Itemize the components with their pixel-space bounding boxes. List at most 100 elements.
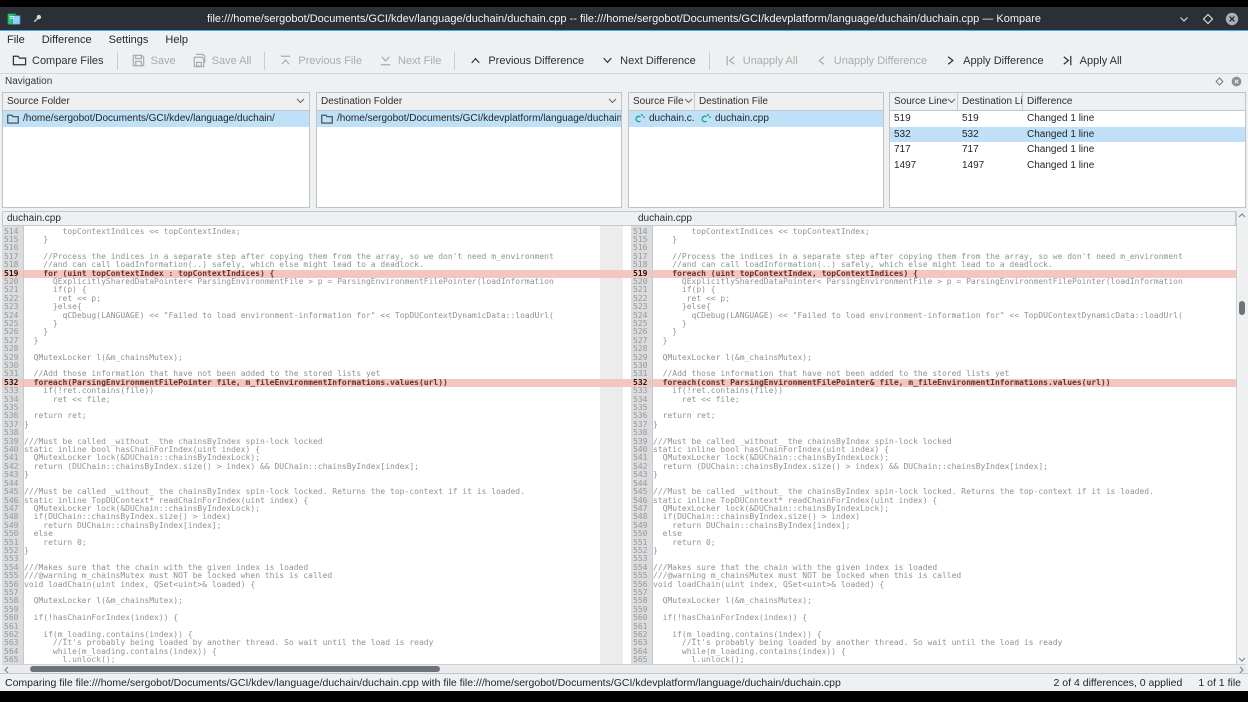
line-number: 515 [2, 236, 23, 244]
file-pair-row[interactable]: duchain.c...duchain.cpp [629, 111, 883, 127]
cpp-file-icon [633, 113, 645, 125]
difference-cell: Changed 1 line [1023, 158, 1245, 174]
menu-difference[interactable]: Difference [42, 34, 92, 46]
line-number: 514 [2, 228, 23, 236]
code-line: static inline TopDUContext* readChainFor… [653, 497, 1236, 505]
window-title: file:///home/sergobot/Documents/GCI/kdev… [0, 13, 1248, 25]
line-number: 554 [631, 564, 652, 572]
line-number: 553 [631, 555, 652, 563]
line-number: 545 [2, 488, 23, 496]
vertical-scrollbar[interactable] [1236, 211, 1246, 664]
code-line: while(m_loading.contains(index)) { [653, 648, 1236, 656]
difference-row[interactable]: 519519Changed 1 line [890, 111, 1245, 127]
line-number: 538 [631, 429, 652, 437]
code-line: } [653, 337, 1236, 345]
destination-file-cell: duchain.cpp [695, 111, 883, 127]
horizontal-scrollbar[interactable] [2, 664, 1246, 673]
code-line [24, 480, 600, 488]
code-line: //Process the indices in a separate step… [24, 253, 600, 261]
horizontal-scrollbar-thumb[interactable] [30, 666, 440, 672]
line-number: 527 [2, 337, 23, 345]
changed-code-line[interactable]: foreach(const ParsingEnvironmentFilePoin… [653, 379, 1236, 387]
destination-folder-header[interactable]: Destination Folder [317, 93, 621, 111]
close-button[interactable] [1225, 12, 1239, 26]
code-line: if(!hasChainForIndex(index)) { [653, 614, 1236, 622]
next-file-label: Next File [398, 55, 441, 67]
changed-code-line[interactable]: for (uint topContextIndex : topContextIn… [24, 270, 600, 278]
screen: file:///home/sergobot/Documents/GCI/kdev… [0, 0, 1248, 702]
sort-chevron-icon [684, 96, 693, 107]
difference-cell: Changed 1 line [1023, 127, 1245, 143]
changed-code-line[interactable]: foreach(ParsingEnvironmentFilePointer fi… [24, 379, 600, 387]
files-header[interactable]: Source File Destination File [629, 93, 883, 111]
line-number: 565 [2, 656, 23, 664]
apply-all-button[interactable]: Apply All [1052, 50, 1130, 72]
prev-diff-icon [468, 53, 483, 68]
code-line [653, 404, 1236, 412]
code-line [653, 480, 1236, 488]
titlebar: file:///home/sergobot/Documents/GCI/kdev… [0, 7, 1248, 31]
line-number: 546 [2, 497, 23, 505]
code-line: l.unlock(); [653, 656, 1236, 664]
previous-difference-button[interactable]: Previous Difference [460, 50, 592, 72]
code-line: QMutexLocker lock(&DUChain::chainsByInde… [653, 454, 1236, 462]
apply-difference-label: Apply Difference [963, 55, 1044, 67]
code-line: l.unlock(); [24, 656, 600, 664]
apply-difference-button[interactable]: Apply Difference [935, 50, 1052, 72]
code-line: if(p) { [24, 286, 600, 294]
line-number: 551 [631, 539, 652, 547]
toolbar: Compare FilesSaveSave AllPrevious FileNe… [0, 48, 1248, 74]
destination-folder-row-path: /home/sergobot/Documents/GCI/kdevplatfor… [337, 113, 621, 124]
differences-header[interactable]: Source Line Destination Line Difference [890, 93, 1245, 111]
source-folder-row[interactable]: /home/sergobot/Documents/GCI/kdev/langua… [3, 111, 309, 127]
difference-row[interactable]: 717717Changed 1 line [890, 142, 1245, 158]
unapply-difference-button: Unapply Difference [806, 50, 935, 72]
kompare-app-icon[interactable] [7, 12, 21, 26]
vertical-scrollbar-thumb[interactable] [1239, 301, 1245, 315]
minimize-button[interactable] [1177, 12, 1191, 26]
line-number: 537 [631, 421, 652, 429]
code-line: if(!hasChainForIndex(index)) { [24, 614, 600, 622]
line-number: 548 [2, 513, 23, 521]
code-line: void loadChain(uint index, QSet<uint>& l… [653, 581, 1236, 589]
scroll-up-icon[interactable] [1237, 211, 1247, 220]
menu-settings[interactable]: Settings [109, 34, 149, 46]
line-number: 522 [631, 295, 652, 303]
destination-folder-row[interactable]: /home/sergobot/Documents/GCI/kdevplatfor… [317, 111, 621, 127]
right-line-numbers: 5145155165175185195205215225235245255265… [631, 226, 653, 664]
source-line-cell: 1497 [890, 158, 958, 174]
code-line [653, 555, 1236, 563]
changed-code-line[interactable]: foreach (uint topContextIndex, topContex… [653, 270, 1236, 278]
unapply-all-icon [723, 53, 738, 68]
menu-file[interactable]: File [7, 34, 25, 46]
code-line: static inline TopDUContext* readChainFor… [24, 497, 600, 505]
right-file-title: duchain.cpp [638, 213, 692, 224]
line-number: 557 [631, 589, 652, 597]
unapply-diff-icon [814, 53, 829, 68]
source-folder-header-label: Source Folder [7, 96, 70, 107]
save-label: Save [151, 55, 176, 67]
destination-line-cell: 1497 [958, 158, 1023, 174]
dock-close-icon[interactable] [1231, 76, 1242, 90]
menu-help[interactable]: Help [165, 34, 188, 46]
dock-float-icon[interactable] [1215, 77, 1224, 89]
maximize-button[interactable] [1201, 12, 1215, 26]
line-number: 562 [2, 631, 23, 639]
save-all-label: Save All [212, 55, 252, 67]
difference-row[interactable]: 14971497Changed 1 line [890, 158, 1245, 174]
next-difference-label: Next Difference [620, 55, 696, 67]
code-line [653, 589, 1236, 597]
navigation-dock-header: Navigation [0, 74, 1248, 91]
next-difference-button[interactable]: Next Difference [592, 50, 704, 72]
left-code-pane[interactable]: topContextIndices << topContextIndex; } … [24, 226, 600, 664]
compare-files-button[interactable]: Compare Files [4, 50, 112, 72]
right-code-pane[interactable]: topContextIndices << topContextIndex; } … [653, 226, 1236, 664]
line-number: 545 [631, 488, 652, 496]
scroll-down-icon[interactable] [1237, 655, 1247, 664]
source-folder-header[interactable]: Source Folder [3, 93, 309, 111]
pin-icon[interactable] [30, 12, 44, 26]
code-line: } [24, 320, 600, 328]
difference-row[interactable]: 532532Changed 1 line [890, 127, 1245, 143]
sort-chevron-icon [947, 96, 956, 107]
code-line: QMutexLocker l(&m_chainsMutex); [24, 597, 600, 605]
